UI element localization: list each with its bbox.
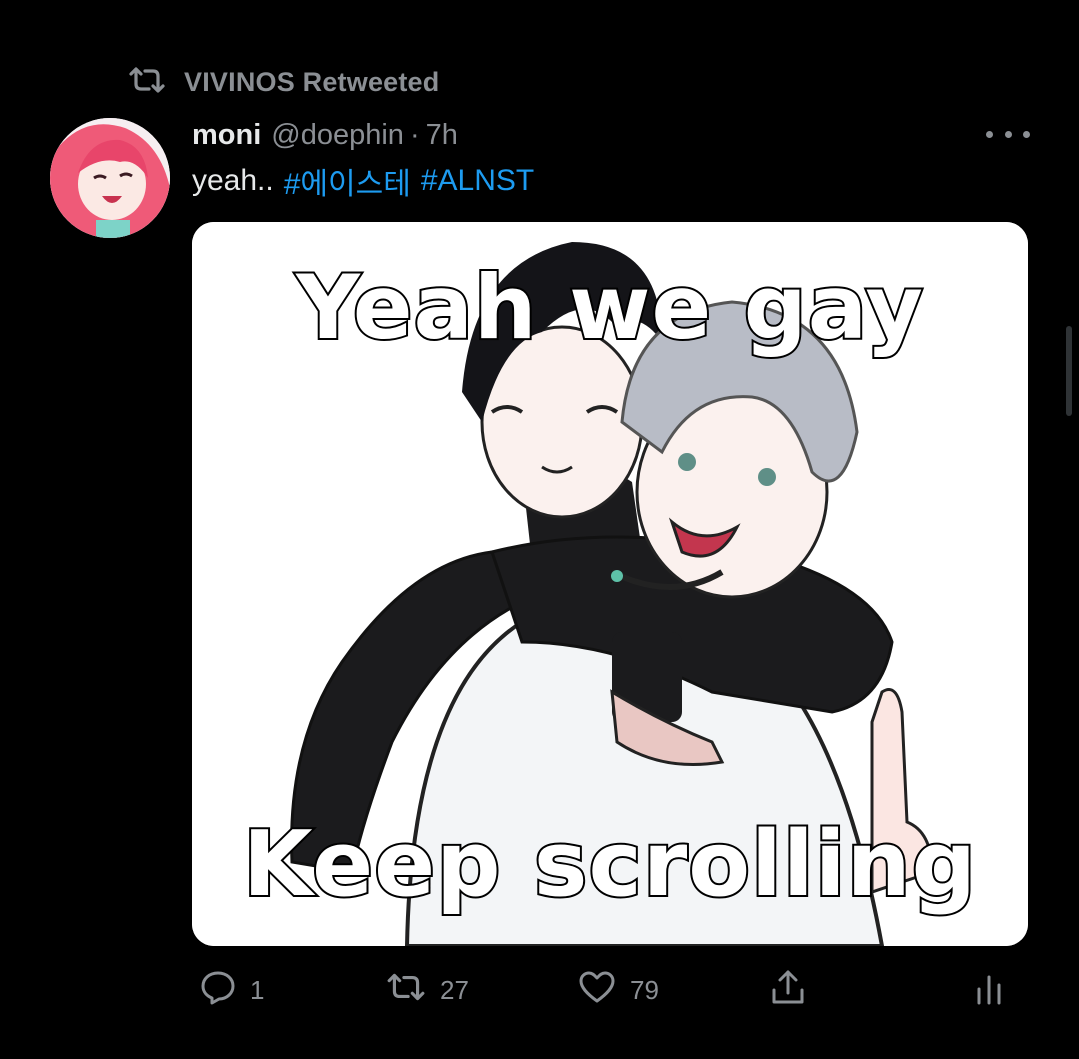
tweet-actions-bar: 1 27 79 bbox=[190, 960, 1010, 1020]
heart-icon bbox=[578, 970, 616, 1011]
meme-bottom-caption: Keep scrolling bbox=[241, 810, 978, 919]
retweet-label: VIVINOS Retweeted bbox=[184, 66, 440, 97]
hashtag-link[interactable]: #에이스테 bbox=[284, 159, 411, 203]
author-handle[interactable]: @doephin bbox=[271, 119, 404, 152]
retweet-icon bbox=[386, 971, 426, 1010]
tweet-text: yeah.. #에이스테 #ALNST bbox=[192, 160, 534, 202]
tweet-text-body: yeah.. bbox=[192, 164, 274, 197]
avatar[interactable] bbox=[50, 118, 170, 238]
scrollbar[interactable] bbox=[1066, 326, 1072, 416]
retweet-button[interactable]: 27 bbox=[386, 960, 469, 1020]
tweet-media-image[interactable]: Yeah we gay Keep scrolling bbox=[192, 222, 1028, 946]
reply-button[interactable]: 1 bbox=[200, 960, 264, 1020]
retweet-count: 27 bbox=[440, 974, 469, 1005]
like-count: 79 bbox=[630, 974, 659, 1005]
analytics-button[interactable] bbox=[974, 960, 1004, 1020]
retweet-context[interactable]: VIVINOS Retweeted bbox=[128, 62, 439, 102]
analytics-icon bbox=[974, 969, 1004, 1012]
retweet-icon bbox=[128, 65, 166, 100]
separator-dot: · bbox=[409, 118, 420, 151]
more-options-icon[interactable] bbox=[986, 122, 1030, 146]
author-name[interactable]: moni bbox=[192, 119, 261, 152]
timestamp[interactable]: 7h bbox=[426, 119, 458, 152]
hashtag-link[interactable]: #ALNST bbox=[421, 164, 534, 198]
share-icon bbox=[770, 968, 806, 1013]
share-button[interactable] bbox=[770, 960, 806, 1020]
tweet-header: moni @doephin · 7h bbox=[192, 113, 458, 157]
like-button[interactable]: 79 bbox=[578, 960, 659, 1020]
meme-top-caption: Yeah we gay bbox=[294, 254, 925, 361]
reply-icon bbox=[200, 969, 236, 1012]
reply-count: 1 bbox=[250, 974, 265, 1005]
